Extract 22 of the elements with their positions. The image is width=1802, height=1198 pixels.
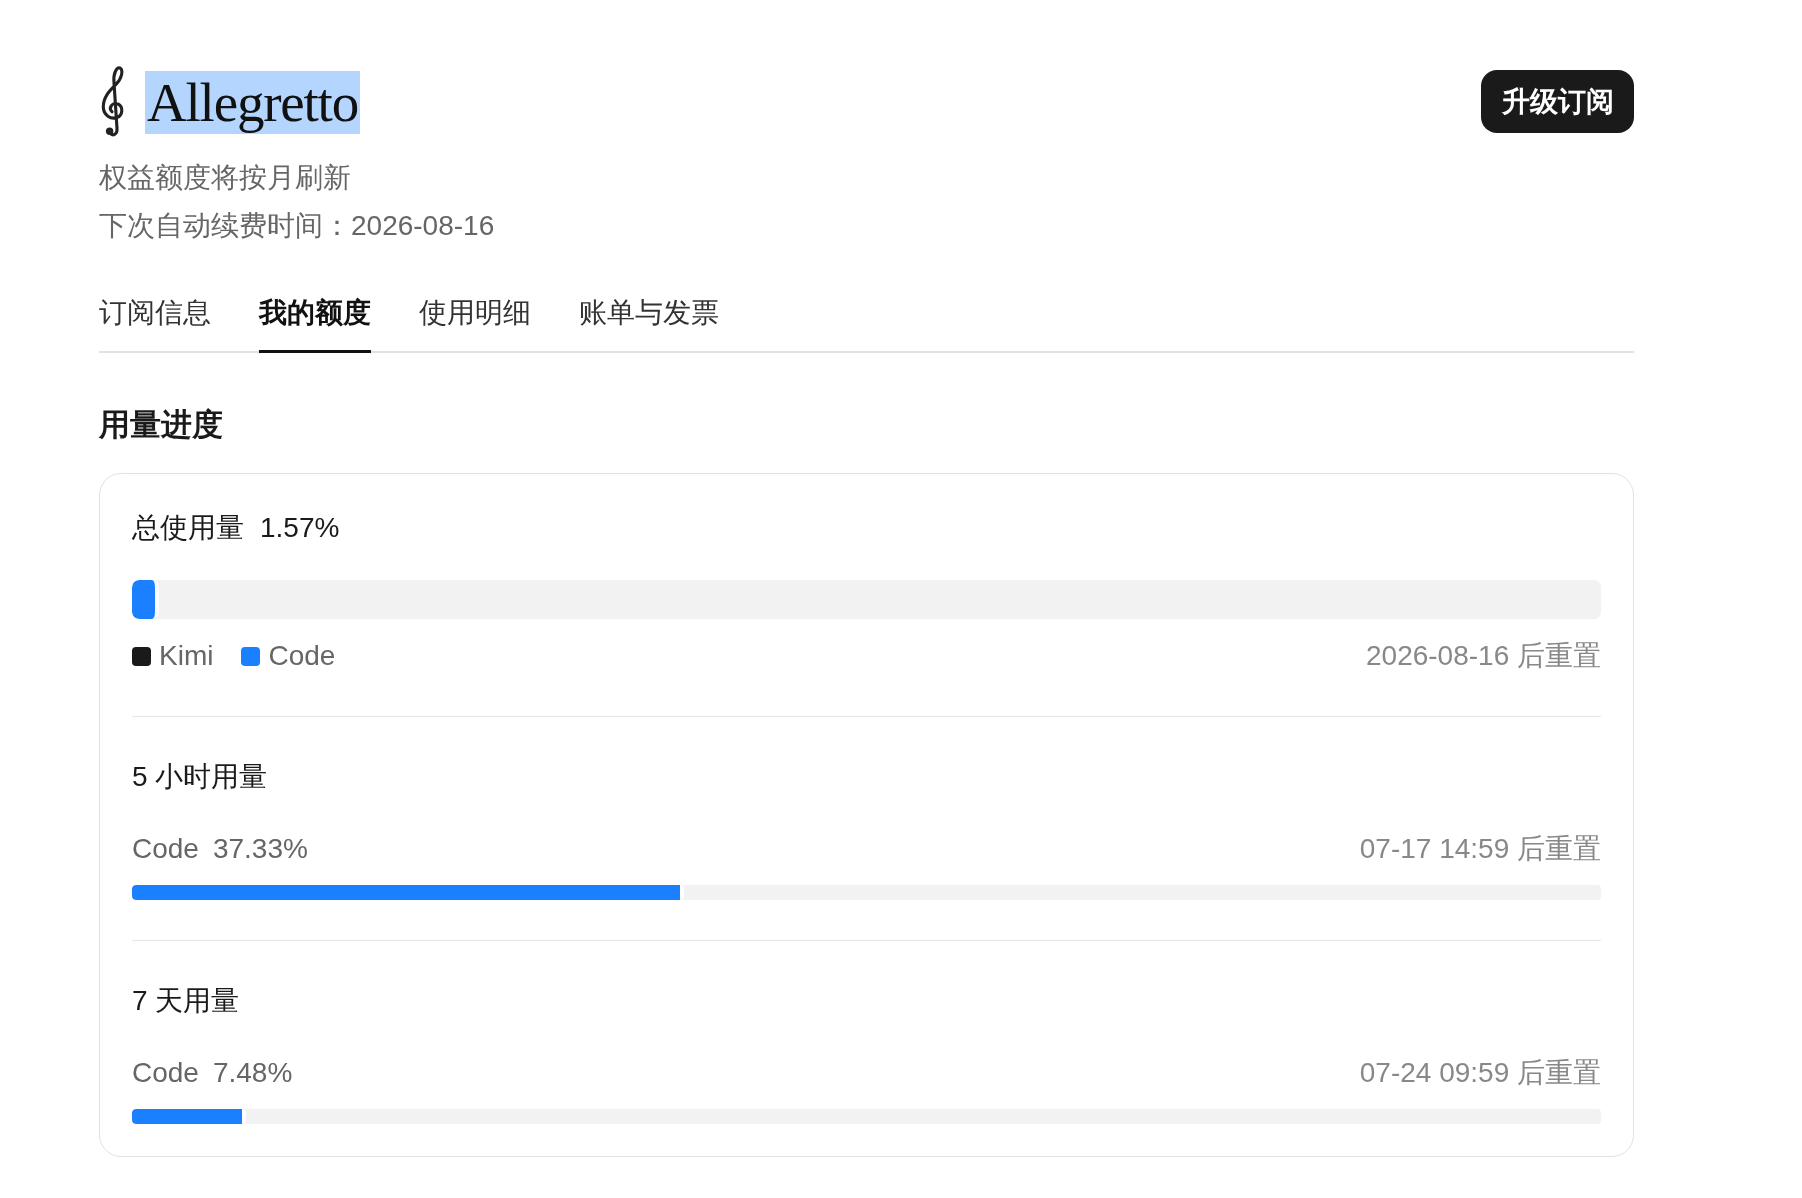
usage-label: 5 小时用量 xyxy=(132,760,268,794)
product-label: Code xyxy=(132,1056,199,1090)
reset-time: 07-24 09:59 后重置 xyxy=(1359,1056,1601,1090)
app-title: Allegretto xyxy=(145,70,360,134)
tab[interactable]: 使用明细 xyxy=(419,298,531,353)
tab[interactable]: 我的额度 xyxy=(259,298,371,353)
product-label: Code xyxy=(132,832,199,866)
legend-label: Code xyxy=(268,639,336,673)
tab[interactable]: 账单与发票 xyxy=(579,298,719,353)
legend-label: Kimi xyxy=(159,639,214,673)
subtitle: 权益额度将按月刷新 xyxy=(99,161,352,195)
reset-time: 07-17 14:59 后重置 xyxy=(1359,832,1601,866)
renewal-date: 下次自动续费时间：2026-08-16 xyxy=(99,209,495,243)
usage-percent: 37.33% xyxy=(212,832,308,866)
section-title: 用量进度 xyxy=(99,406,224,444)
reset-time: 2026-08-16 后重置 xyxy=(1366,639,1601,673)
usage-percent: 1.57% xyxy=(260,511,340,545)
tab[interactable]: 订阅信息 xyxy=(99,298,211,353)
upgrade-button[interactable]: 升级订阅 xyxy=(1481,70,1634,133)
usage-label: 总使用量 xyxy=(132,511,244,545)
usage-percent: 7.48% xyxy=(212,1056,293,1090)
usage-label: 7 天用量 xyxy=(132,984,240,1018)
